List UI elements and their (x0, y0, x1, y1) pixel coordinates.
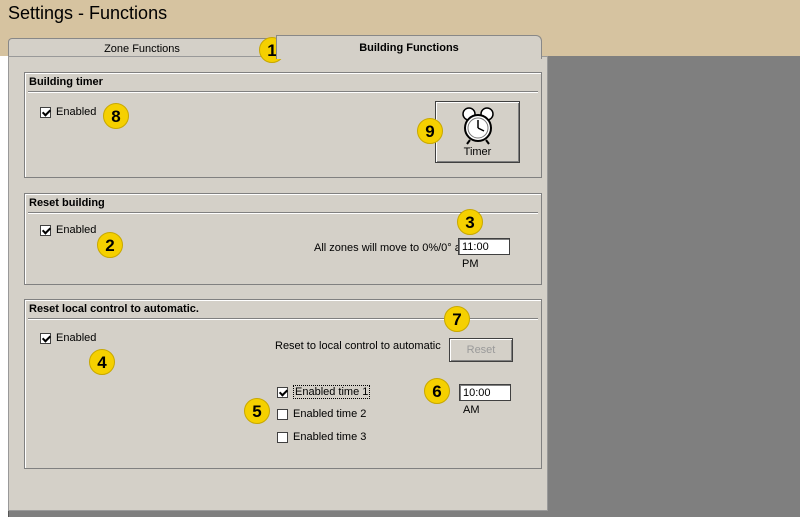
reset-local-text: Reset to local control to automatic (275, 340, 441, 352)
checkbox-box[interactable] (277, 431, 288, 443)
callout-badge-5: 5 (244, 398, 270, 424)
building-timer-title: Building timer (29, 76, 103, 88)
checkbox-label: Enabled (56, 106, 97, 118)
tab-building-functions[interactable]: Building Functions (276, 35, 542, 59)
checkbox-box[interactable] (40, 106, 51, 118)
checkbox-label: Enabled (56, 224, 97, 236)
reset-local-title: Reset local control to automatic. (29, 303, 199, 315)
window-title: Settings - Functions (8, 3, 168, 23)
all-zones-label: All zones will move to 0%/0° at: (314, 242, 467, 254)
reset-building-enabled-checkbox[interactable]: Enabled (40, 224, 96, 236)
title-bar: Settings - Functions (0, 0, 800, 30)
callout-badge-3: 3 (457, 209, 483, 235)
checkbox-label: Enabled (56, 332, 97, 344)
reset-building-title: Reset building (29, 197, 105, 209)
building-timer-enabled-checkbox[interactable]: Enabled (40, 106, 96, 118)
callout-badge-8: 8 (103, 103, 129, 129)
checkbox-box[interactable] (277, 408, 288, 420)
callout-badge-2: 2 (97, 232, 123, 258)
checkbox-box[interactable] (40, 224, 51, 236)
alarm-clock-icon (462, 107, 494, 145)
callout-badge-7: 7 (444, 306, 470, 332)
checkbox-box[interactable] (277, 386, 288, 398)
reset-local-time-input[interactable]: 10:00 AM (459, 384, 511, 416)
reset-building-time-input[interactable]: 11:00 PM (458, 238, 510, 270)
enabled-time-1-checkbox[interactable]: Enabled time 1 (277, 385, 371, 399)
reset-button[interactable]: Reset (449, 338, 513, 362)
callout-badge-6: 6 (424, 378, 450, 404)
tab-zone-functions[interactable]: Zone Functions (8, 38, 276, 58)
callout-badge-9: 9 (417, 118, 443, 144)
reset-local-enabled-checkbox[interactable]: Enabled (40, 332, 96, 344)
tab-strip: Zone Functions Building Functions (0, 30, 800, 59)
timer-button-label: Timer (463, 146, 492, 158)
callout-badge-4: 4 (89, 349, 115, 375)
enabled-time-2-checkbox[interactable]: Enabled time 2 (277, 408, 366, 420)
timer-button[interactable]: Timer (435, 101, 520, 163)
checkbox-label: Enabled time 2 (293, 408, 367, 420)
group-divider (28, 91, 538, 93)
checkbox-box[interactable] (40, 332, 51, 344)
checkbox-label: Enabled time 3 (293, 431, 367, 443)
checkbox-label: Enabled time 1 (293, 385, 371, 399)
enabled-time-3-checkbox[interactable]: Enabled time 3 (277, 431, 366, 443)
